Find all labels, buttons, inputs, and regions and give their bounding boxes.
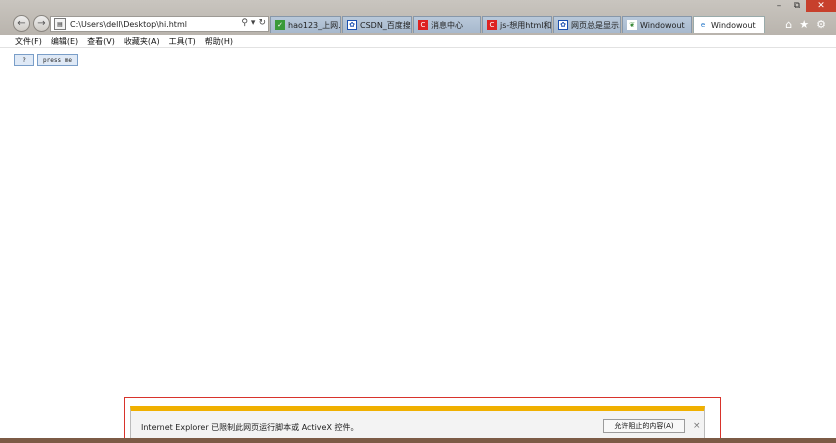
- menu-help[interactable]: 帮助(H): [205, 36, 233, 47]
- favorites-star-icon[interactable]: ★: [799, 18, 809, 31]
- tab-label: js-想用html和J...: [500, 20, 552, 30]
- tab-label: 消息中心: [431, 20, 463, 30]
- tab-page-display[interactable]: ✿ 网页总是显示...: [553, 16, 621, 33]
- page-file-icon: ▤: [54, 18, 66, 30]
- allow-blocked-content-button[interactable]: 允许阻止的内容(A): [603, 419, 685, 433]
- tab-message-center[interactable]: C 消息中心: [413, 16, 481, 33]
- csdn-icon: C: [418, 20, 428, 30]
- forward-button[interactable]: →: [33, 15, 50, 32]
- minimize-button[interactable]: –: [770, 0, 788, 12]
- question-button[interactable]: ?: [14, 54, 34, 66]
- ie-icon: e: [698, 20, 708, 30]
- home-icon[interactable]: ⌂: [785, 18, 792, 31]
- tab-label: CSDN_百度搜索: [360, 20, 411, 30]
- address-url[interactable]: C:\Users\dell\Desktop\hi.html: [70, 20, 187, 29]
- arrow-left-icon: ←: [17, 18, 26, 29]
- menu-tools[interactable]: 工具(T): [169, 36, 196, 47]
- window-controls: – ⧉ ✕: [770, 0, 836, 12]
- tab-js-question[interactable]: C js-想用html和J...: [482, 16, 552, 33]
- search-icon[interactable]: ⚲: [241, 18, 248, 28]
- tab-hao123[interactable]: ✓ hao123_上网...: [270, 16, 341, 33]
- close-notification-icon[interactable]: ×: [693, 421, 701, 431]
- baidu-paw-icon: ✿: [558, 20, 568, 30]
- notification-message: Internet Explorer 已限制此网页运行脚本或 ActiveX 控件…: [141, 423, 359, 432]
- menu-edit[interactable]: 编辑(E): [51, 36, 78, 47]
- hao123-icon: ✓: [275, 20, 285, 30]
- browser-chrome: – ⧉ ✕ ← → ▤ C:\Users\dell\Desktop\hi.htm…: [0, 0, 836, 35]
- chevron-down-icon[interactable]: ▾: [251, 18, 256, 28]
- taskbar: [0, 438, 836, 443]
- toolbar-right: ⌂ ★ ⚙: [785, 18, 826, 31]
- arrow-right-icon: →: [37, 18, 46, 29]
- baidu-paw-icon: ✿: [347, 20, 357, 30]
- tab-windowout[interactable]: ❦ Windowout: [622, 16, 692, 33]
- restore-button[interactable]: ⧉: [788, 0, 806, 12]
- settings-gear-icon[interactable]: ⚙: [816, 18, 826, 31]
- tab-label: Windowout: [640, 20, 685, 30]
- notification-bar: Internet Explorer 已限制此网页运行脚本或 ActiveX 控件…: [130, 406, 705, 442]
- refresh-icon[interactable]: ↻: [258, 18, 266, 28]
- tab-strip: ✓ hao123_上网... ✿ CSDN_百度搜索 C 消息中心 C js-想…: [270, 16, 765, 33]
- csdn-icon: C: [487, 20, 497, 30]
- back-button[interactable]: ←: [13, 15, 30, 32]
- press-me-button[interactable]: press me: [37, 54, 78, 66]
- leaf-icon: ❦: [627, 20, 637, 30]
- tab-windowout-active[interactable]: e Windowout ✕: [693, 16, 765, 33]
- menu-file[interactable]: 文件(F): [15, 36, 42, 47]
- menu-bar: 文件(F) 编辑(E) 查看(V) 收藏夹(A) 工具(T) 帮助(H): [0, 35, 836, 48]
- tab-label: Windowout: [711, 20, 756, 30]
- menu-view[interactable]: 查看(V): [87, 36, 115, 47]
- tab-label: hao123_上网...: [288, 20, 341, 30]
- address-bar[interactable]: ▤ C:\Users\dell\Desktop\hi.html ⚲ ▾ ↻: [50, 16, 269, 32]
- tab-csdn-search[interactable]: ✿ CSDN_百度搜索: [342, 16, 412, 33]
- address-tools: ⚲ ▾ ↻: [241, 18, 266, 28]
- close-window-button[interactable]: ✕: [806, 0, 836, 12]
- menu-favorites[interactable]: 收藏夹(A): [124, 36, 160, 47]
- tab-label: 网页总是显示...: [571, 20, 620, 30]
